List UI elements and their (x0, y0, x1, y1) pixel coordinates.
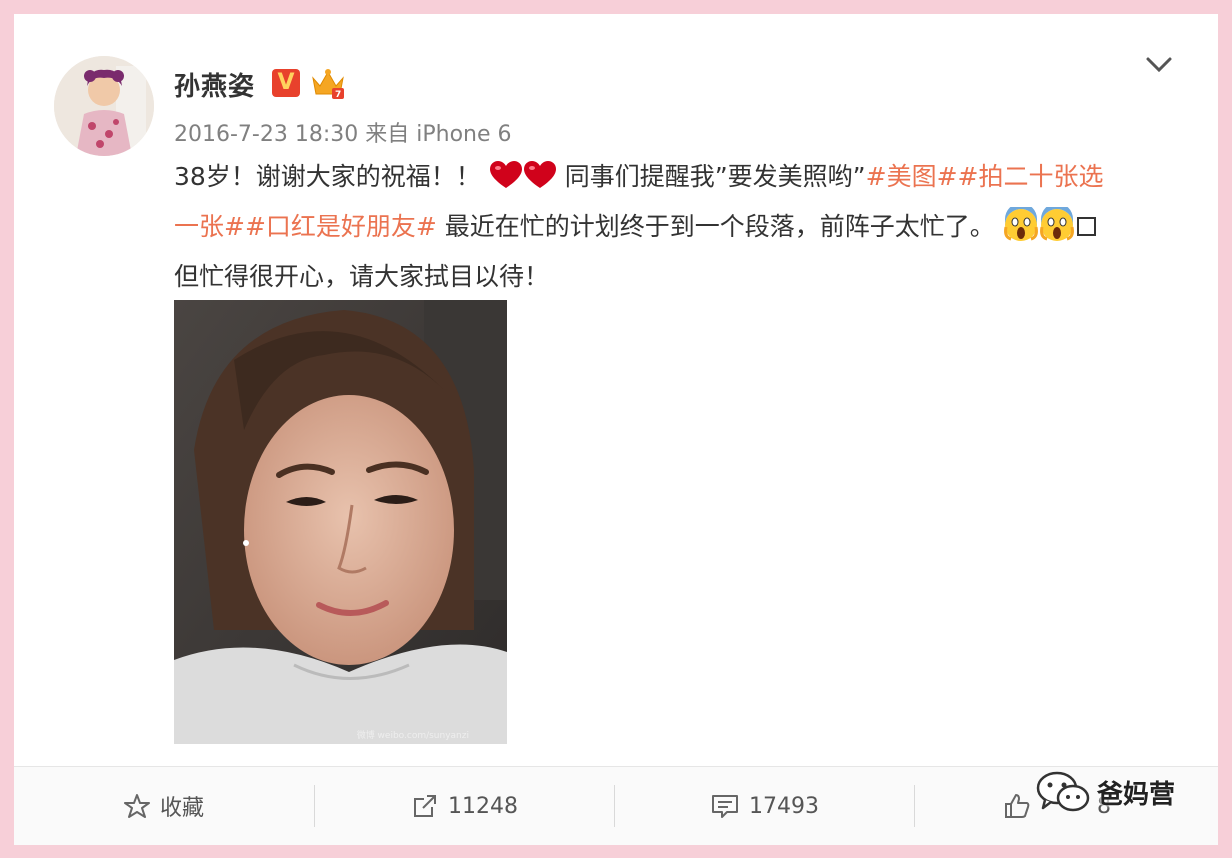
photo-watermark: 微博 weibo.com/sunyanzi (357, 729, 469, 741)
thumbs-up-icon (1005, 794, 1030, 818)
content-text: 但忙得很开心，请大家拭目以待！ (174, 262, 550, 291)
heart-icon (523, 161, 556, 188)
favorite-label: 收藏 (159, 796, 204, 821)
avatar[interactable] (54, 56, 154, 156)
avatar-image (54, 56, 154, 156)
verified-icon: V (272, 69, 300, 97)
content-text: 最近在忙的计划终于到一个段落，前阵子太忙了。 (436, 212, 995, 241)
source: 来自 iPhone 6 (365, 122, 512, 147)
post-content: 38岁！谢谢大家的祝福！！ 同事们提醒我”要发美照哟”#美图##拍二十张选 一张… (174, 152, 1184, 302)
wechat-icon (1036, 771, 1090, 812)
timestamp[interactable]: 2016-7-23 18:30 (174, 122, 358, 147)
comment-icon (712, 795, 738, 818)
repost-icon (414, 795, 436, 817)
hashtag-link[interactable]: #美图# (866, 162, 958, 191)
comment-count: 17493 (749, 793, 819, 819)
hashtag-link[interactable]: 一张# (174, 212, 245, 241)
post-meta: 2016-7-23 18:30 来自 iPhone 6 (174, 116, 512, 148)
post-photo[interactable]: 微博 weibo.com/sunyanzi (174, 300, 507, 744)
crown-icon[interactable]: 7 (310, 66, 346, 100)
comment-button[interactable]: 17493 (615, 767, 915, 845)
svg-text:7: 7 (335, 90, 341, 100)
content-line-1: 38岁！谢谢大家的祝福！！ 同事们提醒我”要发美照哟”#美图##拍二十张选 (174, 152, 1184, 202)
hashtag-link[interactable]: #拍二十张选 (958, 162, 1104, 191)
content-text: 38岁！谢谢大家的祝福！！ (174, 162, 481, 191)
wechat-watermark: 爸妈营 (1035, 770, 1205, 814)
star-icon (123, 794, 150, 818)
repost-button[interactable]: 11248 (315, 767, 615, 845)
weibo-post-card: 孙燕姿 V 7 2016-7-23 18:30 来自 iPhone 6 38岁！… (14, 14, 1218, 845)
selfie-image: 微博 weibo.com/sunyanzi (174, 300, 507, 744)
scream-icon (1039, 207, 1074, 241)
scream-icon (1003, 207, 1038, 241)
hashtag-link[interactable]: #口红是好朋友# (245, 212, 437, 241)
heart-icon (489, 161, 522, 188)
content-line-3: 但忙得很开心，请大家拭目以待！ (174, 252, 1184, 302)
content-text: 同事们提醒我”要发美照哟” (564, 162, 866, 191)
watermark-text: 爸妈营 (1097, 779, 1176, 810)
missing-glyph-box (1076, 217, 1096, 236)
repost-count: 11248 (448, 793, 518, 819)
chevron-down-icon[interactable] (1144, 54, 1174, 76)
username[interactable]: 孙燕姿 (174, 66, 255, 103)
content-line-2: 一张##口红是好朋友# 最近在忙的计划终于到一个段落，前阵子太忙了。 (174, 202, 1184, 252)
favorite-button[interactable]: 收藏 (14, 767, 314, 845)
